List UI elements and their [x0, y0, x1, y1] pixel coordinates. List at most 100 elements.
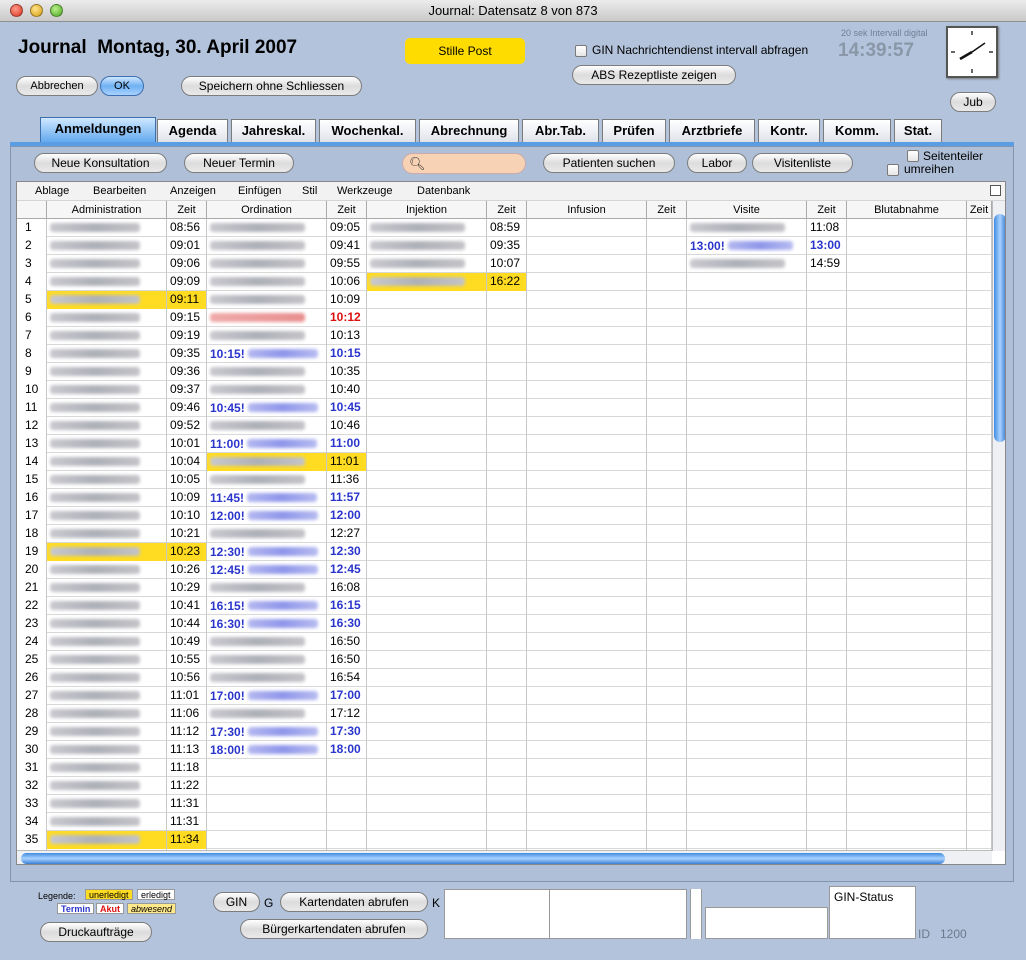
- ordination-time-cell[interactable]: 12:30: [327, 543, 367, 561]
- table-row[interactable]: 5 09:11 10:09: [17, 291, 992, 309]
- administration-cell[interactable]: [47, 273, 167, 291]
- ordination-time-cell[interactable]: 10:45: [327, 399, 367, 417]
- administration-cell[interactable]: [47, 363, 167, 381]
- ordination-time-cell[interactable]: 10:06: [327, 273, 367, 291]
- side-divider-checkbox[interactable]: [907, 150, 919, 162]
- administration-time-cell[interactable]: 10:09: [167, 489, 207, 507]
- ordination-time-cell[interactable]: 10:09: [327, 291, 367, 309]
- table-row[interactable]: 26 10:56 16:54: [17, 669, 992, 687]
- ordination-time-cell[interactable]: [327, 831, 367, 849]
- injection-time-cell[interactable]: [487, 507, 527, 525]
- injection-cell[interactable]: [367, 417, 487, 435]
- infusion-cell[interactable]: [527, 507, 647, 525]
- visit-cell[interactable]: [687, 399, 807, 417]
- table-row[interactable]: 12 09:52 10:46: [17, 417, 992, 435]
- administration-cell[interactable]: [47, 255, 167, 273]
- table-row[interactable]: 21 10:29 16:08: [17, 579, 992, 597]
- administration-time-cell[interactable]: 10:05: [167, 471, 207, 489]
- blood-draw-cell[interactable]: [847, 273, 967, 291]
- infusion-cell[interactable]: [527, 255, 647, 273]
- ordination-time-cell[interactable]: 09:41: [327, 237, 367, 255]
- infusion-cell[interactable]: [527, 651, 647, 669]
- infusion-cell[interactable]: [527, 525, 647, 543]
- blood-draw-cell[interactable]: [847, 651, 967, 669]
- blood-draw-cell[interactable]: [847, 633, 967, 651]
- visit-time-cell[interactable]: [807, 381, 847, 399]
- infusion-cell[interactable]: [527, 705, 647, 723]
- infusion-cell[interactable]: [527, 687, 647, 705]
- ok-button[interactable]: OK: [100, 76, 144, 96]
- blood-draw-cell[interactable]: [847, 777, 967, 795]
- horizontal-scrollbar[interactable]: [17, 850, 992, 864]
- injection-cell[interactable]: [367, 435, 487, 453]
- administration-cell[interactable]: [47, 327, 167, 345]
- injection-cell[interactable]: [367, 273, 487, 291]
- blood-draw-cell[interactable]: [847, 255, 967, 273]
- administration-time-cell[interactable]: 10:23: [167, 543, 207, 561]
- table-row[interactable]: 24 10:49 16:50: [17, 633, 992, 651]
- visit-time-cell[interactable]: 14:59: [807, 255, 847, 273]
- ordination-cell[interactable]: [207, 237, 327, 255]
- table-row[interactable]: 17 10:10 12:00! 12:00: [17, 507, 992, 525]
- blood-draw-cell[interactable]: [847, 759, 967, 777]
- injection-time-cell[interactable]: [487, 489, 527, 507]
- ordination-time-cell[interactable]: 11:00: [327, 435, 367, 453]
- menu-stil[interactable]: Stil: [302, 185, 317, 197]
- injection-cell[interactable]: [367, 543, 487, 561]
- blood-draw-cell[interactable]: [847, 831, 967, 849]
- blood-draw-cell[interactable]: [847, 381, 967, 399]
- ordination-cell[interactable]: 12:45!: [207, 561, 327, 579]
- administration-time-cell[interactable]: 10:56: [167, 669, 207, 687]
- administration-cell[interactable]: [47, 813, 167, 831]
- ordination-cell[interactable]: [207, 417, 327, 435]
- menu-ablage[interactable]: Ablage: [35, 185, 69, 197]
- visit-time-cell[interactable]: [807, 579, 847, 597]
- infusion-time-cell[interactable]: [647, 273, 687, 291]
- blood-draw-cell[interactable]: [847, 309, 967, 327]
- table-row[interactable]: 10 09:37 10:40: [17, 381, 992, 399]
- injection-time-cell[interactable]: [487, 777, 527, 795]
- blood-draw-cell[interactable]: [847, 543, 967, 561]
- administration-cell[interactable]: [47, 633, 167, 651]
- administration-cell[interactable]: [47, 795, 167, 813]
- ordination-cell[interactable]: [207, 525, 327, 543]
- visit-time-cell[interactable]: [807, 507, 847, 525]
- infusion-time-cell[interactable]: [647, 435, 687, 453]
- ordination-cell[interactable]: 10:45!: [207, 399, 327, 417]
- ordination-time-cell[interactable]: 12:00: [327, 507, 367, 525]
- infusion-time-cell[interactable]: [647, 471, 687, 489]
- column-header[interactable]: Zeit: [967, 201, 992, 219]
- table-row[interactable]: 27 11:01 17:00! 17:00: [17, 687, 992, 705]
- blood-draw-time-cell[interactable]: [967, 741, 992, 759]
- infusion-time-cell[interactable]: [647, 507, 687, 525]
- administration-cell[interactable]: [47, 543, 167, 561]
- blood-draw-cell[interactable]: [847, 741, 967, 759]
- visit-cell[interactable]: [687, 795, 807, 813]
- visit-cell[interactable]: [687, 741, 807, 759]
- tab-agenda[interactable]: Agenda: [157, 119, 228, 142]
- blood-draw-time-cell[interactable]: [967, 417, 992, 435]
- infusion-time-cell[interactable]: [647, 597, 687, 615]
- visit-cell[interactable]: [687, 291, 807, 309]
- blood-draw-cell[interactable]: [847, 327, 967, 345]
- zoom-window-button[interactable]: [50, 4, 63, 17]
- ordination-cell[interactable]: [207, 255, 327, 273]
- administration-time-cell[interactable]: 09:09: [167, 273, 207, 291]
- injection-time-cell[interactable]: [487, 381, 527, 399]
- injection-time-cell[interactable]: [487, 471, 527, 489]
- visit-time-cell[interactable]: [807, 525, 847, 543]
- injection-time-cell[interactable]: 10:07: [487, 255, 527, 273]
- administration-cell[interactable]: [47, 381, 167, 399]
- injection-time-cell[interactable]: [487, 363, 527, 381]
- infusion-time-cell[interactable]: [647, 741, 687, 759]
- injection-time-cell[interactable]: [487, 399, 527, 417]
- blood-draw-cell[interactable]: [847, 417, 967, 435]
- injection-time-cell[interactable]: [487, 543, 527, 561]
- infusion-time-cell[interactable]: [647, 615, 687, 633]
- tab-kontr[interactable]: Kontr.: [758, 119, 820, 142]
- visit-time-cell[interactable]: [807, 399, 847, 417]
- injection-time-cell[interactable]: [487, 723, 527, 741]
- infusion-time-cell[interactable]: [647, 237, 687, 255]
- ordination-cell[interactable]: [207, 777, 327, 795]
- ordination-cell[interactable]: [207, 327, 327, 345]
